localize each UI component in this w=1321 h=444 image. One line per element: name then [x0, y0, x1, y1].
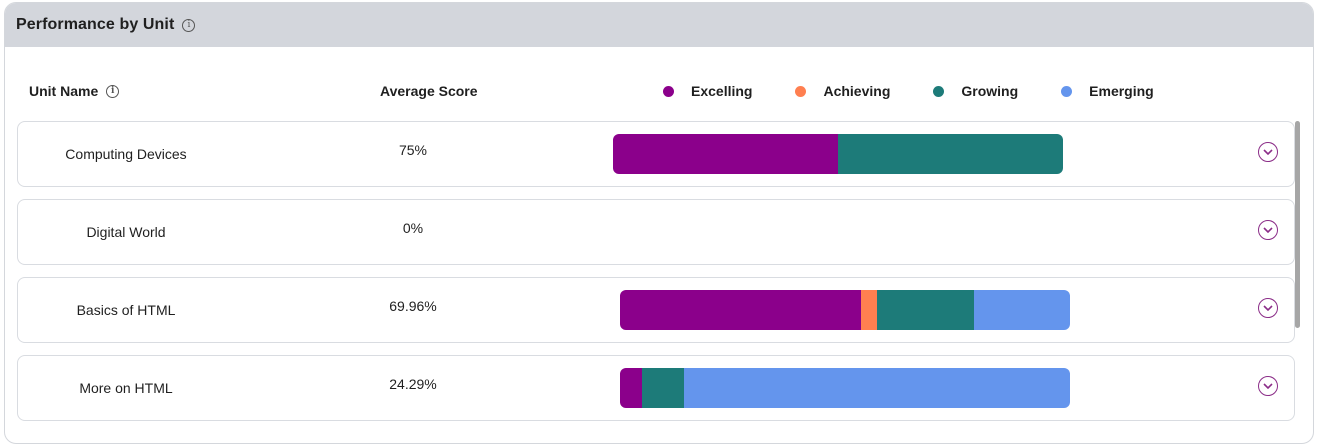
legend-item-excelling: Excelling — [663, 83, 752, 99]
segment-excelling — [620, 290, 861, 330]
segment-achieving — [860, 290, 877, 330]
legend: Excelling Achieving Growing Emerging — [663, 83, 1154, 99]
unit-row-computing-devices[interactable]: Computing Devices 75% — [17, 121, 1295, 187]
legend-item-emerging: Emerging — [1061, 83, 1154, 99]
legend-dot-growing — [933, 85, 945, 97]
performance-bar — [613, 134, 1063, 174]
average-score-header: Average Score — [380, 83, 478, 99]
info-icon[interactable]: i — [182, 18, 196, 32]
unit-row-basics-of-html[interactable]: Basics of HTML 69.96% — [17, 277, 1295, 343]
performance-by-unit-panel: Performance by Unit i Unit Name i Averag… — [4, 2, 1314, 444]
segment-excelling — [613, 134, 838, 174]
performance-bar — [620, 212, 1070, 252]
legend-label: Growing — [961, 83, 1019, 99]
expand-chevron-icon[interactable] — [1258, 298, 1278, 318]
panel-header: Performance by Unit i — [5, 3, 1313, 47]
vertical-scrollbar[interactable] — [1295, 121, 1300, 328]
unit-row-more-on-html[interactable]: More on HTML 24.29% — [17, 355, 1295, 421]
info-icon[interactable]: i — [106, 84, 120, 98]
legend-dot-excelling — [663, 85, 674, 97]
unit-row-digital-world[interactable]: Digital World 0% — [17, 199, 1295, 265]
expand-chevron-icon[interactable] — [1258, 376, 1278, 396]
expand-chevron-icon[interactable] — [1258, 220, 1278, 240]
legend-item-growing: Growing — [933, 83, 1018, 99]
segment-emerging — [974, 290, 1070, 330]
legend-dot-emerging — [1061, 85, 1073, 97]
segment-growing — [838, 134, 1063, 174]
legend-item-achieving: Achieving — [795, 83, 890, 99]
legend-label: Emerging — [1089, 83, 1154, 99]
segment-growing — [876, 290, 975, 330]
segment-emerging — [683, 368, 1070, 408]
segment-excelling — [620, 368, 643, 408]
unit-name-header-label: Unit Name — [29, 83, 99, 99]
unit-name-header: Unit Name i — [29, 83, 120, 99]
unit-name: Computing Devices — [65, 146, 187, 162]
expand-chevron-icon[interactable] — [1258, 142, 1278, 162]
panel-title: Performance by Unit — [16, 16, 175, 33]
unit-name: Basics of HTML — [76, 302, 176, 318]
performance-bar — [620, 290, 1070, 330]
performance-bar — [620, 368, 1070, 408]
legend-label: Excelling — [691, 83, 753, 99]
unit-name: More on HTML — [79, 380, 173, 396]
unit-name: Digital World — [86, 224, 166, 240]
legend-dot-achieving — [795, 85, 807, 97]
unit-score: 75% — [398, 142, 428, 158]
legend-label: Achieving — [823, 83, 891, 99]
unit-score: 24.29% — [389, 376, 437, 392]
unit-score: 69.96% — [389, 298, 437, 314]
unit-score: 0% — [402, 220, 424, 236]
segment-growing — [642, 368, 684, 408]
